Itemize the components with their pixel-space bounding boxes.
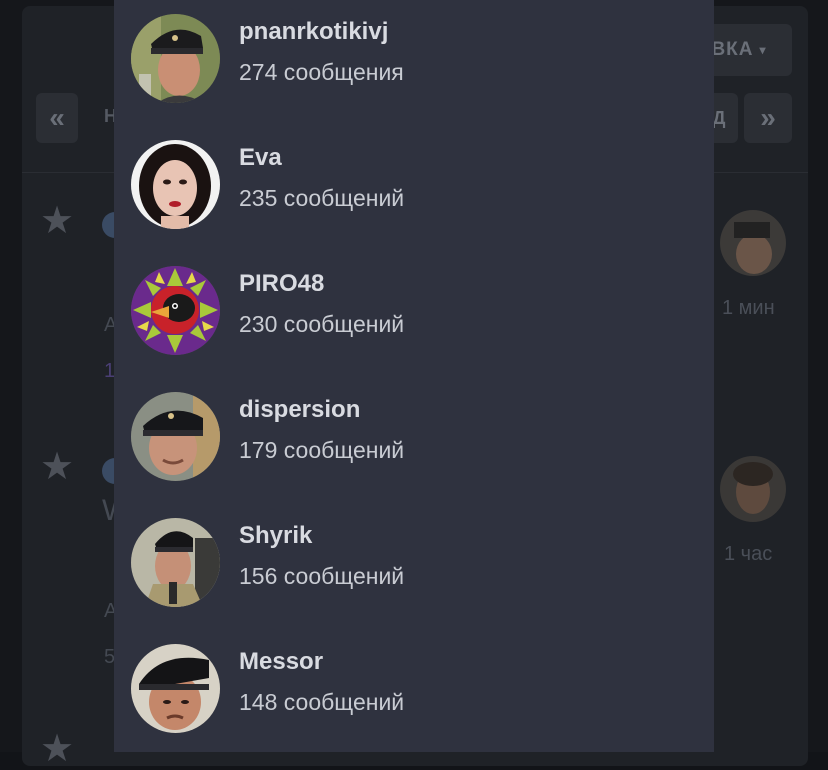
user-post-count: 230 сообщений [239,311,405,337]
user-name[interactable]: Shyrik [239,522,312,550]
star-icon[interactable]: ★ [40,448,74,486]
user-name[interactable]: PIRO48 [239,270,324,298]
user-list-item[interactable]: Shyrik 156 сообщений [114,504,714,630]
next-page-label: Д [712,107,726,128]
double-chevron-left-icon: « [49,102,65,133]
user-avatar[interactable] [131,644,220,733]
last-poster-avatar[interactable] [720,456,786,522]
user-avatar[interactable] [131,518,220,607]
double-chevron-right-icon: » [760,102,776,133]
gendarme-avatar-icon [131,392,220,481]
gendarme-avatar-icon [131,14,220,103]
user-post-count: 148 сообщений [239,689,405,715]
user-post-count: 179 сообщений [239,437,405,463]
user-name[interactable]: Eva [239,144,282,172]
user-list-item[interactable]: Eva 235 сообщений [114,126,714,252]
first-page-button[interactable]: « [36,93,78,143]
user-avatar[interactable] [131,266,220,355]
user-list-item[interactable]: dispersion 179 сообщений [114,378,714,504]
user-name[interactable]: pnanrkotikivj [239,18,388,46]
star-icon[interactable]: ★ [40,730,74,768]
star-icon[interactable]: ★ [40,202,74,240]
user-post-count: 235 сообщений [239,185,405,211]
chevron-down-icon: ▾ [759,43,767,57]
last-post-time: 1 мин [722,297,775,319]
last-page-button[interactable]: » [744,93,792,143]
user-avatar[interactable] [131,14,220,103]
top-posters-dropdown: pnanrkotikivj 274 сообщения Eva 235 сооб… [114,0,714,752]
last-poster-avatar[interactable] [720,210,786,276]
user-list-item[interactable]: PIRO48 230 сообщений [114,252,714,378]
user-list-item[interactable]: Messor 148 сообщений [114,630,714,756]
user-list-item[interactable]: pnanrkotikivj 274 сообщения [114,0,714,126]
sort-button-label: ВКА [711,39,754,60]
woman-portrait-avatar-icon [131,140,220,229]
gendarme-avatar-icon [131,518,220,607]
user-post-count: 274 сообщения [239,59,404,85]
user-name[interactable]: dispersion [239,396,360,424]
bird-mandala-avatar-icon [131,266,220,355]
user-avatar[interactable] [131,392,220,481]
user-name[interactable]: Messor [239,648,323,676]
user-post-count: 156 сообщений [239,563,405,589]
last-post-time: 1 час [724,543,773,565]
user-avatar[interactable] [131,140,220,229]
gendarme-avatar-icon [131,644,220,733]
